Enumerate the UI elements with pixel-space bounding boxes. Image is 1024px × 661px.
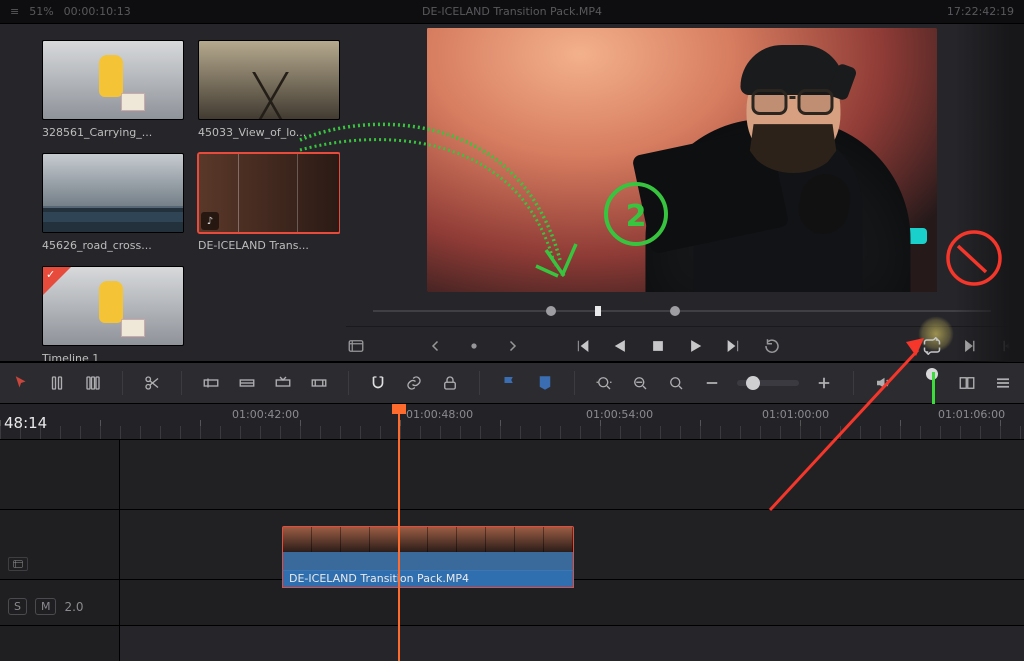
fit-to-fill-icon[interactable] xyxy=(308,372,330,394)
viewer-mode-icon[interactable] xyxy=(346,336,366,356)
clip-item[interactable]: 45033_View_of_lo... xyxy=(198,40,340,139)
options-icon[interactable] xyxy=(992,372,1014,394)
stop-icon[interactable] xyxy=(648,336,668,356)
scrub-playhead[interactable] xyxy=(595,306,601,316)
timeline-clip[interactable] xyxy=(282,526,574,570)
clip-timeline[interactable]: ✓ Timeline 1 xyxy=(42,266,184,361)
timeline-view-icon[interactable] xyxy=(956,372,978,394)
lane-v2[interactable] xyxy=(120,440,1024,510)
solo-button[interactable]: S xyxy=(8,598,27,615)
flag-icon[interactable] xyxy=(498,372,520,394)
ruler-tick: 01:00:48:00 xyxy=(406,408,473,421)
link-icon[interactable] xyxy=(403,372,425,394)
zoom-percent: 51% xyxy=(29,5,53,18)
jog-next-icon[interactable] xyxy=(502,336,522,356)
timeline-panel: 48:14 01:00:42:00 01:00:48:00 01:00:54:0… xyxy=(0,404,1024,661)
check-icon: ✓ xyxy=(46,268,55,281)
viewer-title: DE-ICELAND Transition Pack.MP4 xyxy=(422,5,602,18)
ruler-tick: 01:01:00:00 xyxy=(762,408,829,421)
play-icon[interactable] xyxy=(686,336,706,356)
clip-grid: 328561_Carrying_... 45033_View_of_lo... … xyxy=(4,30,336,361)
zoom-plus-icon[interactable] xyxy=(813,372,835,394)
shade xyxy=(954,24,1024,362)
insert-icon[interactable] xyxy=(200,372,222,394)
clip-thumb: ✓ xyxy=(42,266,184,346)
audio-badge-icon: ♪ xyxy=(201,212,219,230)
viewer-scrubber[interactable] xyxy=(373,304,991,318)
clip-item[interactable]: 45626_road_cross... xyxy=(42,153,184,252)
zoom-slider[interactable] xyxy=(737,380,799,386)
jog-dot-icon[interactable] xyxy=(464,336,484,356)
trackhead-v2[interactable] xyxy=(0,440,119,510)
lock-icon[interactable] xyxy=(439,372,461,394)
in-point-handle[interactable] xyxy=(546,306,556,316)
scissors-icon[interactable] xyxy=(141,372,163,394)
source-timecode: 00:00:10:13 xyxy=(64,5,131,18)
clip-item[interactable]: 328561_Carrying_... xyxy=(42,40,184,139)
mute-button[interactable]: M xyxy=(35,598,57,615)
source-viewer xyxy=(340,24,1024,361)
trackhead-a1[interactable]: S M 2.0 xyxy=(0,580,119,626)
clip-label: DE-ICELAND Trans... xyxy=(198,239,340,252)
viewer-topbar: ≡ 51% 00:00:10:13 DE-ICELAND Transition … xyxy=(0,0,1024,24)
tracks-area: S M 2.0 DE-ICELAND Transition Pack.MP4 xyxy=(0,440,1024,661)
overwrite-icon[interactable] xyxy=(236,372,258,394)
film-icon xyxy=(8,557,28,571)
ruler-tick: 01:00:54:00 xyxy=(586,408,653,421)
replace-icon[interactable] xyxy=(272,372,294,394)
zoom-custom-icon[interactable] xyxy=(665,372,687,394)
track-body[interactable]: DE-ICELAND Transition Pack.MP4 xyxy=(120,440,1024,661)
track-headers: S M 2.0 xyxy=(0,440,120,661)
go-first-icon[interactable] xyxy=(572,336,592,356)
upper-pane: 328561_Carrying_... 45033_View_of_lo... … xyxy=(0,24,1024,362)
right-timecode: 17:22:42:19 xyxy=(947,5,1014,18)
out-point-handle[interactable] xyxy=(670,306,680,316)
audio-level: 2.0 xyxy=(64,600,83,614)
clip-item-selected[interactable]: ♪ DE-ICELAND Trans... xyxy=(198,153,340,252)
clip-label: 45626_road_cross... xyxy=(42,239,184,252)
trackhead-v1[interactable] xyxy=(0,510,119,580)
play-reverse-icon[interactable] xyxy=(610,336,630,356)
zoom-minus-icon[interactable] xyxy=(701,372,723,394)
clip-thumb xyxy=(42,40,184,120)
go-last-icon[interactable] xyxy=(724,336,744,356)
zoom-out-range-icon[interactable] xyxy=(593,372,615,394)
top-icon: ≡ xyxy=(10,5,19,18)
clip-label: 45033_View_of_lo... xyxy=(198,126,340,139)
clip-label: 328561_Carrying_... xyxy=(42,126,184,139)
media-pool: 328561_Carrying_... 45033_View_of_lo... … xyxy=(0,24,340,361)
timeline-clip-label: DE-ICELAND Transition Pack.MP4 xyxy=(282,570,574,588)
loop-once-icon[interactable] xyxy=(762,336,782,356)
current-timecode: 48:14 xyxy=(0,414,108,432)
blade-all-icon[interactable] xyxy=(82,372,104,394)
clip-thumb xyxy=(42,153,184,233)
transport-bar xyxy=(346,326,1018,358)
zoom-full-icon[interactable] xyxy=(629,372,651,394)
viewer-frame[interactable] xyxy=(427,28,937,292)
clip-thumb xyxy=(198,40,340,120)
blade-single-icon[interactable] xyxy=(46,372,68,394)
loop-icon[interactable] xyxy=(922,336,942,356)
snap-icon[interactable] xyxy=(367,372,389,394)
ruler-tick: 01:01:06:00 xyxy=(938,408,1005,421)
timeline-toolbar xyxy=(0,362,1024,404)
timeline-ruler[interactable]: 48:14 01:00:42:00 01:00:48:00 01:00:54:0… xyxy=(0,404,1024,440)
speaker-icon[interactable] xyxy=(872,372,894,394)
marker-icon[interactable] xyxy=(534,372,556,394)
clip-label: Timeline 1 xyxy=(42,352,184,361)
ruler-tick: 01:00:42:00 xyxy=(232,408,299,421)
clip-thumb: ♪ xyxy=(198,153,340,233)
selection-tool-icon[interactable] xyxy=(10,372,32,394)
jog-prev-icon[interactable] xyxy=(426,336,446,356)
